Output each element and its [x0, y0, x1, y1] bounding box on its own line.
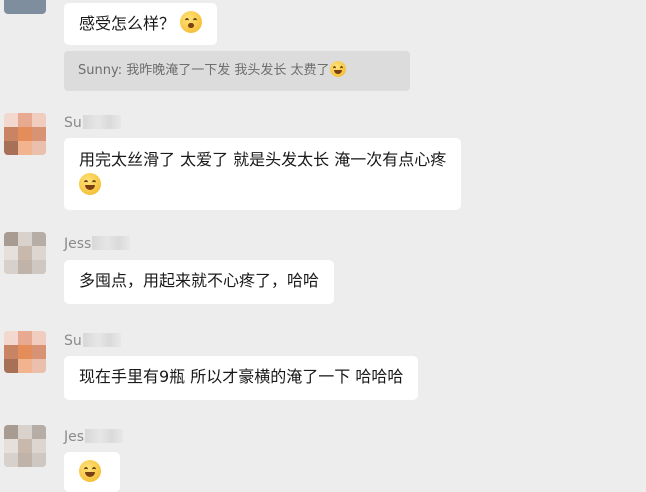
- message-bubble: 现在手里有9瓶 所以才豪横的淹了一下 哈哈哈: [64, 356, 419, 400]
- sender-name: Jes: [64, 429, 124, 445]
- message-text: 用完太丝滑了 太爱了 就是头发太长 淹一次有点心疼: [79, 150, 447, 169]
- quoted-message[interactable]: Sunny: 我昨晚淹了一下发 我头发长 太费了: [64, 51, 410, 91]
- sender-name: Su: [64, 333, 121, 349]
- avatar-jess[interactable]: [4, 232, 46, 274]
- sender-name: Jess: [64, 236, 131, 252]
- tears-of-joy-icon: [79, 173, 101, 195]
- message-bubble: 感受怎么样？: [64, 3, 218, 45]
- message-text: 感受怎么样？: [79, 14, 176, 33]
- avatar-sunny[interactable]: [4, 113, 46, 155]
- message-text: 现在手里有9瓶 所以才豪横的淹了一下 哈哈哈: [79, 367, 404, 386]
- avatar[interactable]: [4, 0, 46, 14]
- sender-name: Su: [64, 115, 121, 131]
- message-bubble: 多囤点，用起来就不心疼了，哈哈: [64, 260, 335, 304]
- avatar-sunny[interactable]: [4, 331, 46, 373]
- message-bubble: [64, 452, 120, 492]
- thinking-face-icon: [180, 11, 203, 33]
- avatar-jess[interactable]: [4, 425, 46, 467]
- message-text: 多囤点，用起来就不心疼了，哈哈: [79, 271, 320, 290]
- laughing-icon: [329, 61, 346, 77]
- message-bubble: 用完太丝滑了 太爱了 就是头发太长 淹一次有点心疼: [64, 138, 462, 210]
- quote-text: Sunny: 我昨晚淹了一下发 我头发长 太费了: [78, 63, 330, 78]
